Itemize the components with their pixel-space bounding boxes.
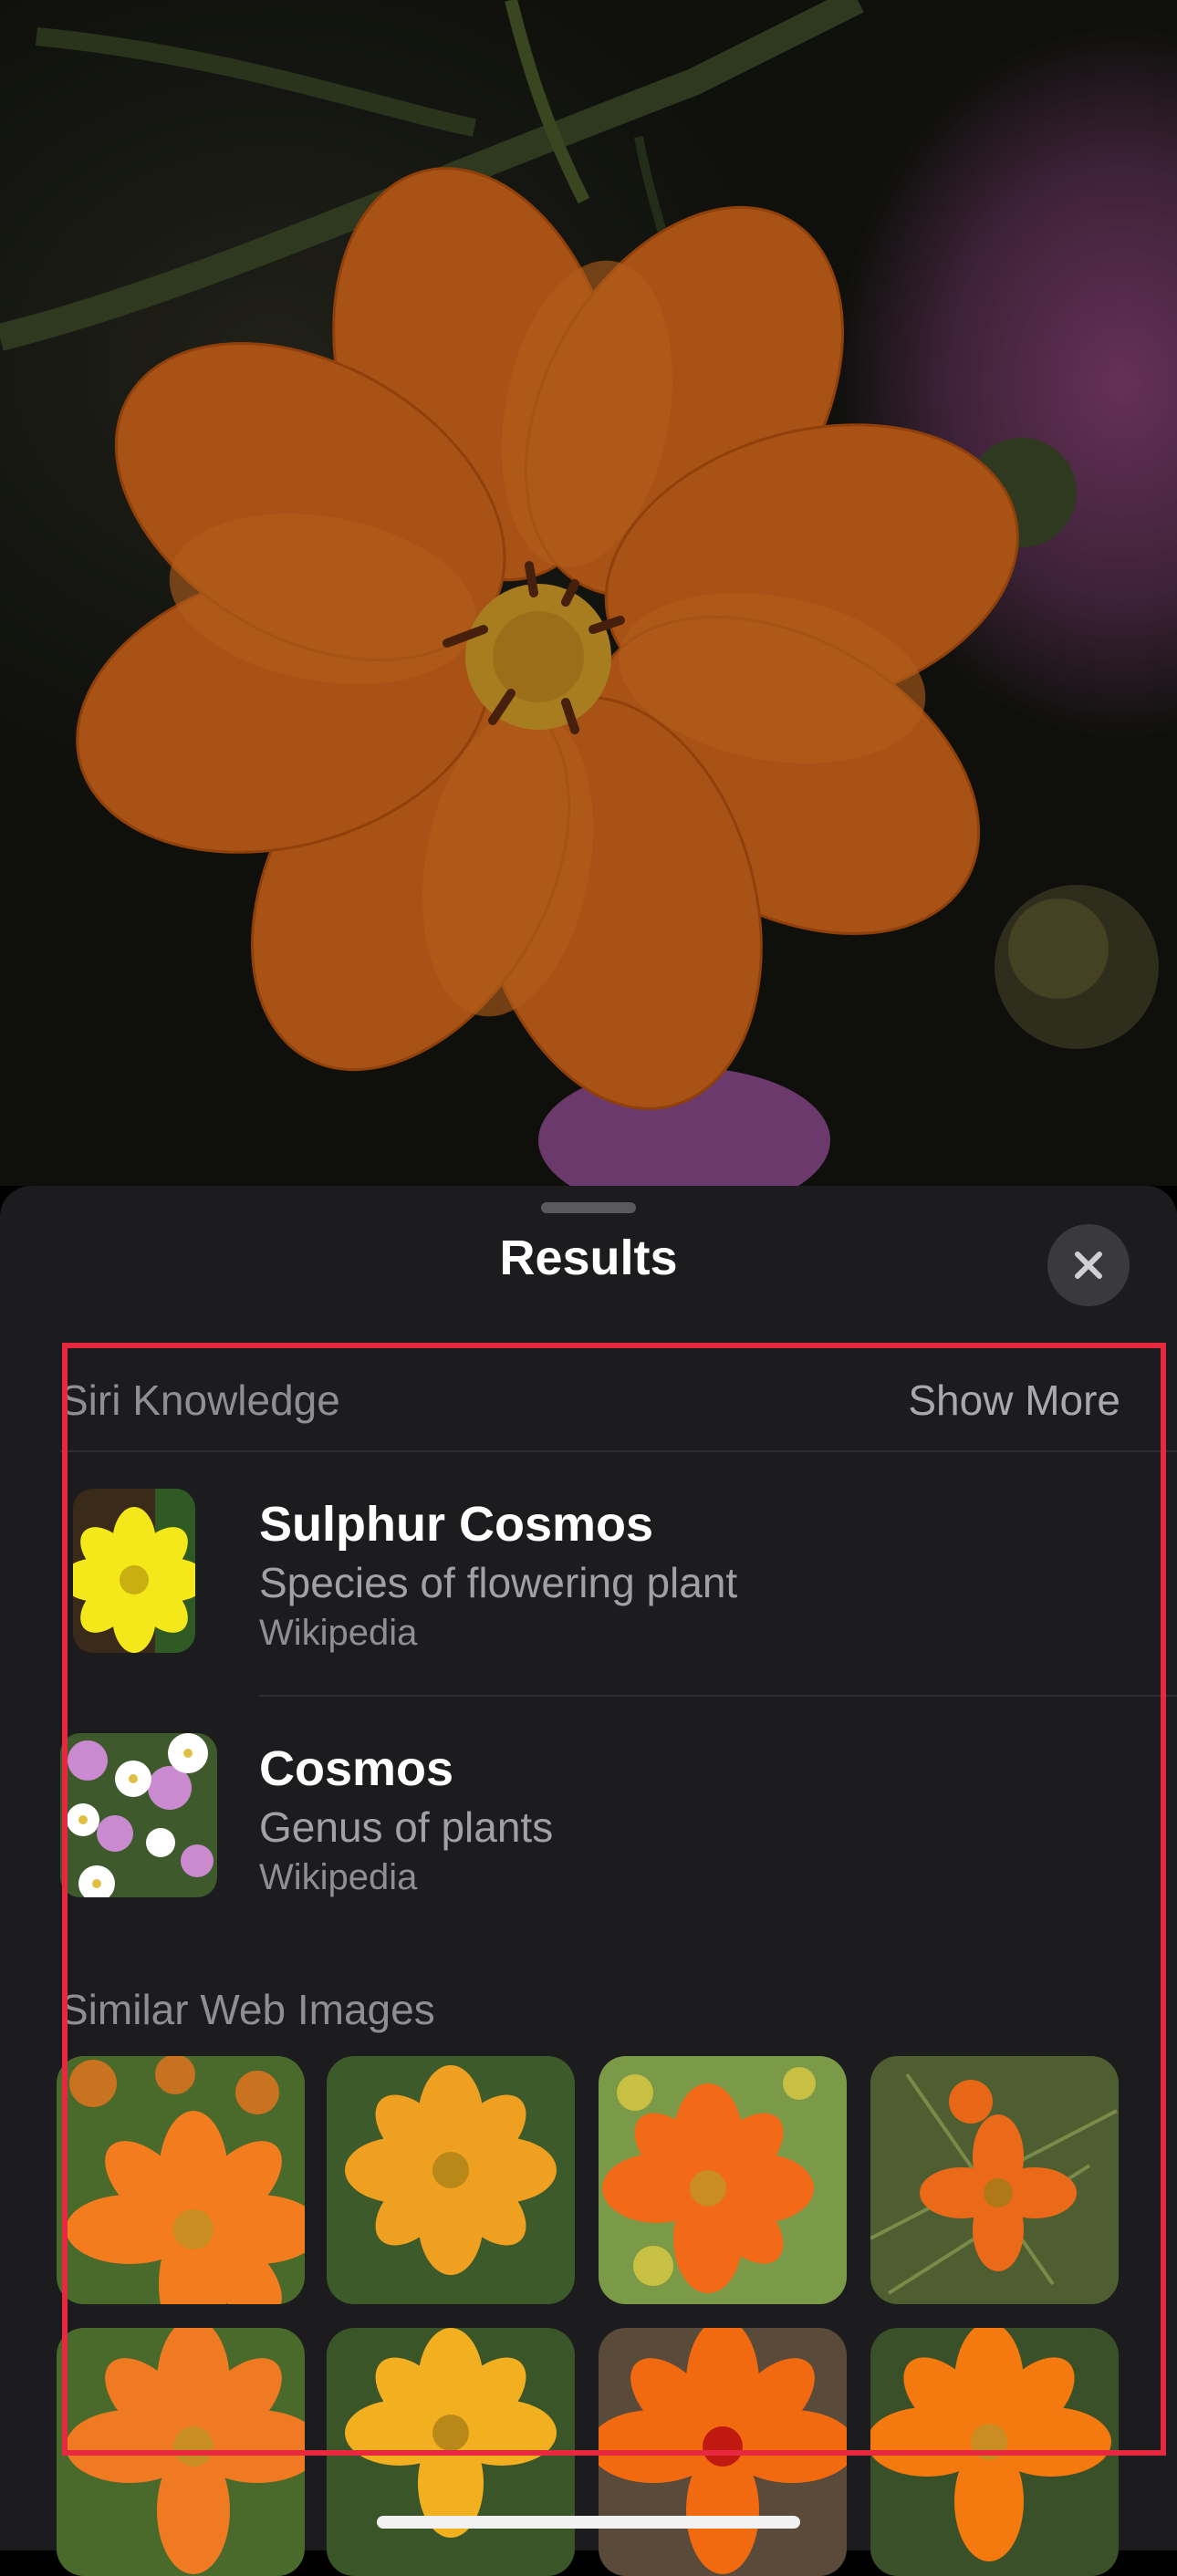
- close-icon: [1075, 1252, 1102, 1279]
- web-image-tile[interactable]: [870, 2328, 1119, 2576]
- result-row-sulphur-cosmos[interactable]: Sulphur Cosmos Species of flowering plan…: [60, 1489, 1177, 1726]
- sheet-grabber[interactable]: [541, 1202, 636, 1213]
- similar-web-images-title: Similar Web Images: [60, 1986, 435, 2033]
- result-row-cosmos[interactable]: Cosmos Genus of plants Wikipedia: [60, 1733, 1177, 1970]
- web-image-tile[interactable]: [599, 2056, 847, 2304]
- result-source: Wikipedia: [259, 1857, 418, 1897]
- web-image-tile[interactable]: [870, 2056, 1119, 2304]
- sheet-title: Results: [499, 1231, 678, 1285]
- siri-knowledge-title: Siri Knowledge: [60, 1376, 340, 1424]
- siri-knowledge-header: Siri Knowledge Show More: [60, 1376, 1120, 1430]
- web-image-tile[interactable]: [327, 2328, 575, 2576]
- close-button[interactable]: [1047, 1224, 1130, 1306]
- similar-web-images-header: Similar Web Images: [60, 1985, 1120, 2040]
- show-more-button[interactable]: Show More: [908, 1376, 1120, 1425]
- sulphur-cosmos-thumbnail: [73, 1489, 195, 1653]
- result-title: Sulphur Cosmos: [259, 1497, 654, 1552]
- web-image-tile[interactable]: [57, 2328, 305, 2576]
- web-image-tile[interactable]: [327, 2056, 575, 2304]
- result-source: Wikipedia: [259, 1613, 418, 1653]
- result-title: Cosmos: [259, 1741, 454, 1796]
- row-divider: [259, 1695, 1177, 1697]
- result-subtitle: Species of flowering plant: [259, 1559, 738, 1606]
- flower-photo: [0, 0, 1177, 1186]
- web-image-tile[interactable]: [57, 2056, 305, 2304]
- home-indicator[interactable]: [377, 2516, 800, 2529]
- web-image-tile[interactable]: [599, 2328, 847, 2576]
- cosmos-thumbnail: [60, 1733, 217, 1897]
- result-subtitle: Genus of plants: [259, 1803, 554, 1851]
- section-divider: [60, 1450, 1177, 1452]
